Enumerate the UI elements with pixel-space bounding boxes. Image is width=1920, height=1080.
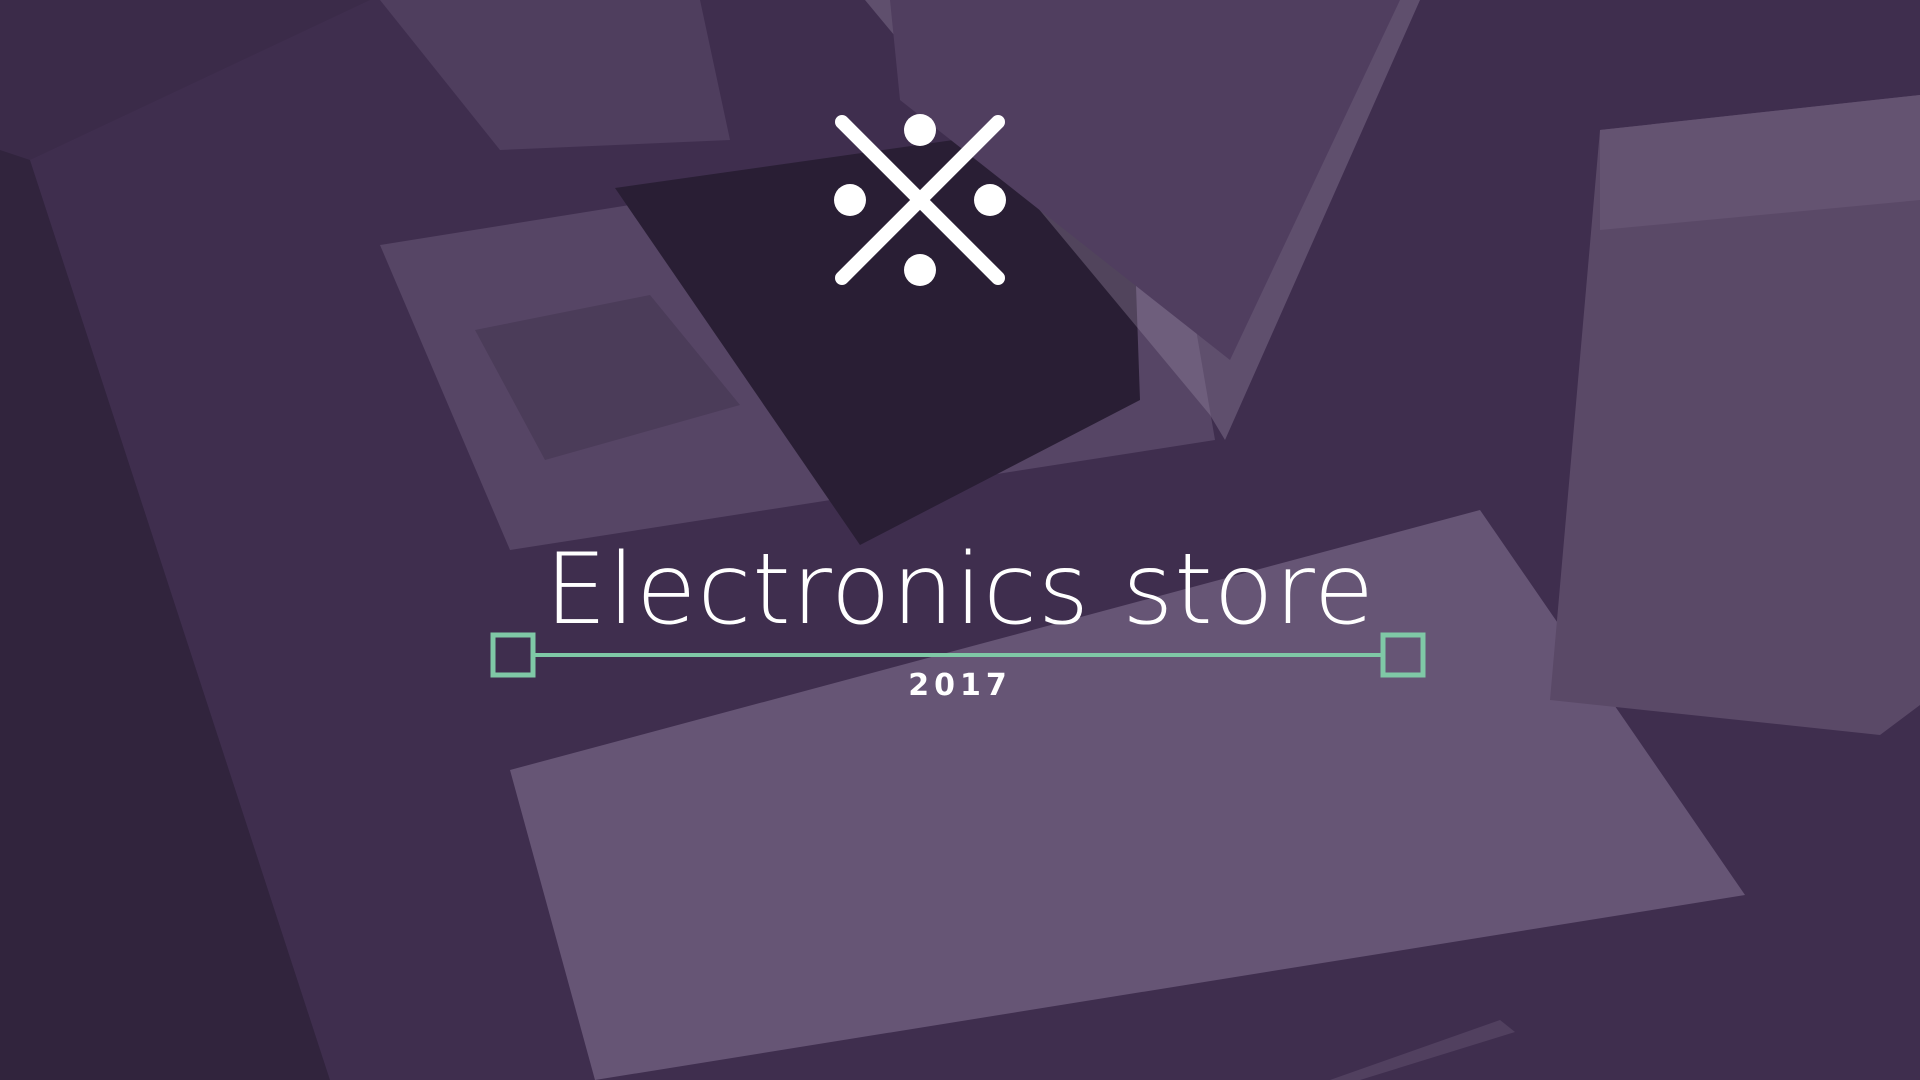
x-with-dots-logo-icon: [834, 114, 1006, 286]
title-slide: Electronics store 2017: [0, 0, 1920, 1080]
slide-year: 2017: [908, 668, 1012, 703]
